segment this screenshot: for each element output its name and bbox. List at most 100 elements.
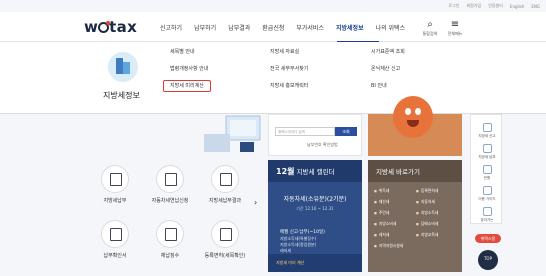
card-icon xyxy=(482,144,492,153)
car-icon xyxy=(165,173,177,186)
menu-item-archive[interactable]: 지방세 자료실 xyxy=(270,46,308,63)
service-license[interactable]: 등록면허(세목확인) xyxy=(200,220,250,259)
service-shortcuts: 지방세납부 자동차세연납신청 지방세납부결과 납부확인서 체납징수 등록면허(세… xyxy=(90,165,260,275)
mascot-badge[interactable]: 위택스몽 xyxy=(475,234,501,243)
tax-calendar: 12월 지방세 캘린더 자동차세(소유분)(2기분) 기간 12.16 ~ 12… xyxy=(268,160,362,272)
service-label: 자동차세연납신청 xyxy=(151,198,189,204)
utility-nav: 로그인 회원가입 인증센터 English ENG xyxy=(448,0,540,12)
bill-icon xyxy=(110,173,122,186)
service-car-tax[interactable]: 자동차세연납신청 xyxy=(145,165,195,204)
scroll-top-button[interactable]: TOP xyxy=(478,250,498,270)
service-certificate[interactable]: 납부확인서 xyxy=(90,220,140,259)
util-cert[interactable]: 인증센터 xyxy=(488,3,503,9)
calendar-item[interactable]: 자동차세(소유분)(2기분) xyxy=(268,194,362,203)
nav-local-tax-info[interactable]: 지방세정보 xyxy=(336,23,364,32)
quick-item[interactable]: 레저세 xyxy=(374,232,414,242)
location-icon xyxy=(482,207,492,216)
side-guide[interactable]: 이용 가이드 xyxy=(471,186,503,202)
search-button[interactable]: ⌕ 통합검색 xyxy=(419,19,441,37)
service-label: 납부확인서 xyxy=(103,253,127,259)
side-pay[interactable]: 지방세 납부 xyxy=(471,144,503,160)
main-nav: 신고하기 납부하기 납부결과 환급신청 부가서비스 지방세정보 나의 위택스 xyxy=(160,23,417,32)
quick-item[interactable]: 취득세 xyxy=(374,188,414,198)
mega-menu: 지방세정보 세목별 안내 법령개정사항 안내 지방세 미리계산 지방세 자료실 … xyxy=(0,42,546,114)
quick-item[interactable]: 담배소비세 xyxy=(416,221,456,231)
menu-item-law-changes[interactable]: 법령개정사항 안내 xyxy=(170,63,211,80)
document-icon xyxy=(482,123,492,132)
quick-item[interactable]: 지역자원시설세 xyxy=(374,243,414,253)
menu-item-tax-precalc[interactable]: 지방세 미리계산 xyxy=(163,80,211,92)
header: w tax 신고하기 납부하기 납부결과 환급신청 부가서비스 지방세정보 나의 … xyxy=(0,12,546,42)
side-civil-label: 민원 xyxy=(483,176,491,180)
nav-pay[interactable]: 납부하기 xyxy=(194,23,216,32)
menu-item-hidden-asset[interactable]: 온닉재산 신고 xyxy=(371,63,405,80)
menu-item-standard-price[interactable]: 시가표준액 조회 xyxy=(371,46,405,63)
calendar-footer-link[interactable]: 지방세 미리 계산 xyxy=(268,254,362,272)
service-local-tax-pay[interactable]: 지방세납부 xyxy=(90,165,140,204)
quick-item[interactable]: 지방소비세 xyxy=(374,221,414,231)
menu-item-bi[interactable]: BI 안내 xyxy=(371,80,405,97)
people-icon xyxy=(482,165,492,174)
lookup-help-link[interactable]: 납부번호 확인방법 xyxy=(307,142,338,148)
nav-extra[interactable]: 부가서비스 xyxy=(296,23,324,32)
nav-result[interactable]: 납부결과 xyxy=(228,23,250,32)
menu-label: 전체메뉴 xyxy=(447,31,463,36)
nav-report[interactable]: 신고하기 xyxy=(160,23,182,32)
util-login[interactable]: 로그인 xyxy=(448,3,459,9)
menu-item-find-office[interactable]: 전국 세무부서찾기 xyxy=(270,63,308,80)
result-icon xyxy=(220,173,232,186)
service-label: 지방세납부 xyxy=(103,198,127,204)
search-label: 통합검색 xyxy=(422,31,438,36)
mega-col-2: 지방세 자료실 전국 세무부서찾기 지방세 홍보캐릭터 xyxy=(270,46,308,97)
quick-item[interactable]: 재산세 xyxy=(374,199,414,209)
logo-suffix: tax xyxy=(109,18,138,36)
menu-item-tax-guide[interactable]: 세목별 안내 xyxy=(170,46,211,63)
service-label: 체납징수 xyxy=(160,253,180,259)
side-visit[interactable]: 찾아가는 xyxy=(471,207,503,223)
calendar-header: 12월 지방세 캘린더 xyxy=(268,160,362,182)
hero-illustration xyxy=(204,115,261,152)
side-civil[interactable]: 민원 xyxy=(471,165,503,181)
service-pay-result[interactable]: 지방세납부결과 xyxy=(200,165,250,204)
mega-col-1: 세목별 안내 법령개정사항 안내 지방세 미리계산 xyxy=(163,46,211,97)
quick-item[interactable]: 등록면허세 xyxy=(416,188,456,198)
calendar-month: 12월 xyxy=(276,167,295,176)
quick-side-panel: 지방세 신고 지방세 납부 민원 이용 가이드 찾아가는 xyxy=(470,114,502,224)
mascot-icon xyxy=(393,96,433,138)
nav-my[interactable]: 나의 위택스 xyxy=(376,23,406,32)
side-guide-label: 이용 가이드 xyxy=(478,197,496,201)
side-report[interactable]: 지방세 신고 xyxy=(471,123,503,139)
side-visit-label: 찾아가는 xyxy=(480,218,494,222)
quick-item[interactable]: 자동차세 xyxy=(416,199,456,209)
service-label: 지방세납부결과 xyxy=(208,198,242,204)
certificate-icon xyxy=(110,228,122,241)
license-icon xyxy=(220,228,232,241)
service-label: 등록면허(세목확인) xyxy=(204,253,246,259)
guide-icon xyxy=(482,186,492,195)
util-eng[interactable]: ENG xyxy=(531,4,540,9)
lookup-input[interactable]: 위택스아이디 입력 xyxy=(275,127,335,136)
util-signup[interactable]: 회원가입 xyxy=(466,3,481,9)
logo-o-icon xyxy=(98,21,111,33)
mega-menu-title: 지방세정보 xyxy=(103,91,140,100)
quick-item[interactable]: 지방소득세 xyxy=(416,210,456,220)
lookup-button[interactable]: 조회 xyxy=(335,127,357,136)
building-icon xyxy=(108,52,138,82)
logo-prefix: w xyxy=(84,18,99,36)
logo[interactable]: w tax xyxy=(84,18,137,36)
service-arrears[interactable]: 체납징수 xyxy=(145,220,195,259)
chevron-right-icon[interactable]: › xyxy=(254,198,257,207)
side-pay-label: 지방세 납부 xyxy=(478,155,496,159)
nav-refund[interactable]: 환급신청 xyxy=(262,23,284,32)
quick-links: 지방세 바로가기 취득세 등록면허세 재산세 자동차세 주민세 지방소득세 지방… xyxy=(368,160,462,272)
money-icon xyxy=(165,228,177,241)
quick-links-title: 지방세 바로가기 xyxy=(368,160,462,182)
calendar-title: 지방세 캘린더 xyxy=(296,168,335,176)
menu-button[interactable]: ≡ 전체메뉴 xyxy=(444,19,466,37)
menu-item-character[interactable]: 지방세 홍보캐릭터 xyxy=(270,80,308,97)
util-english[interactable]: English xyxy=(510,4,524,9)
quick-item[interactable]: 주민세 xyxy=(374,210,414,220)
calendar-period: 기간 12.16 ~ 12.31 xyxy=(296,206,334,211)
search-icon: ⌕ xyxy=(427,19,433,30)
quick-item[interactable]: 지방교육세 xyxy=(416,232,456,242)
